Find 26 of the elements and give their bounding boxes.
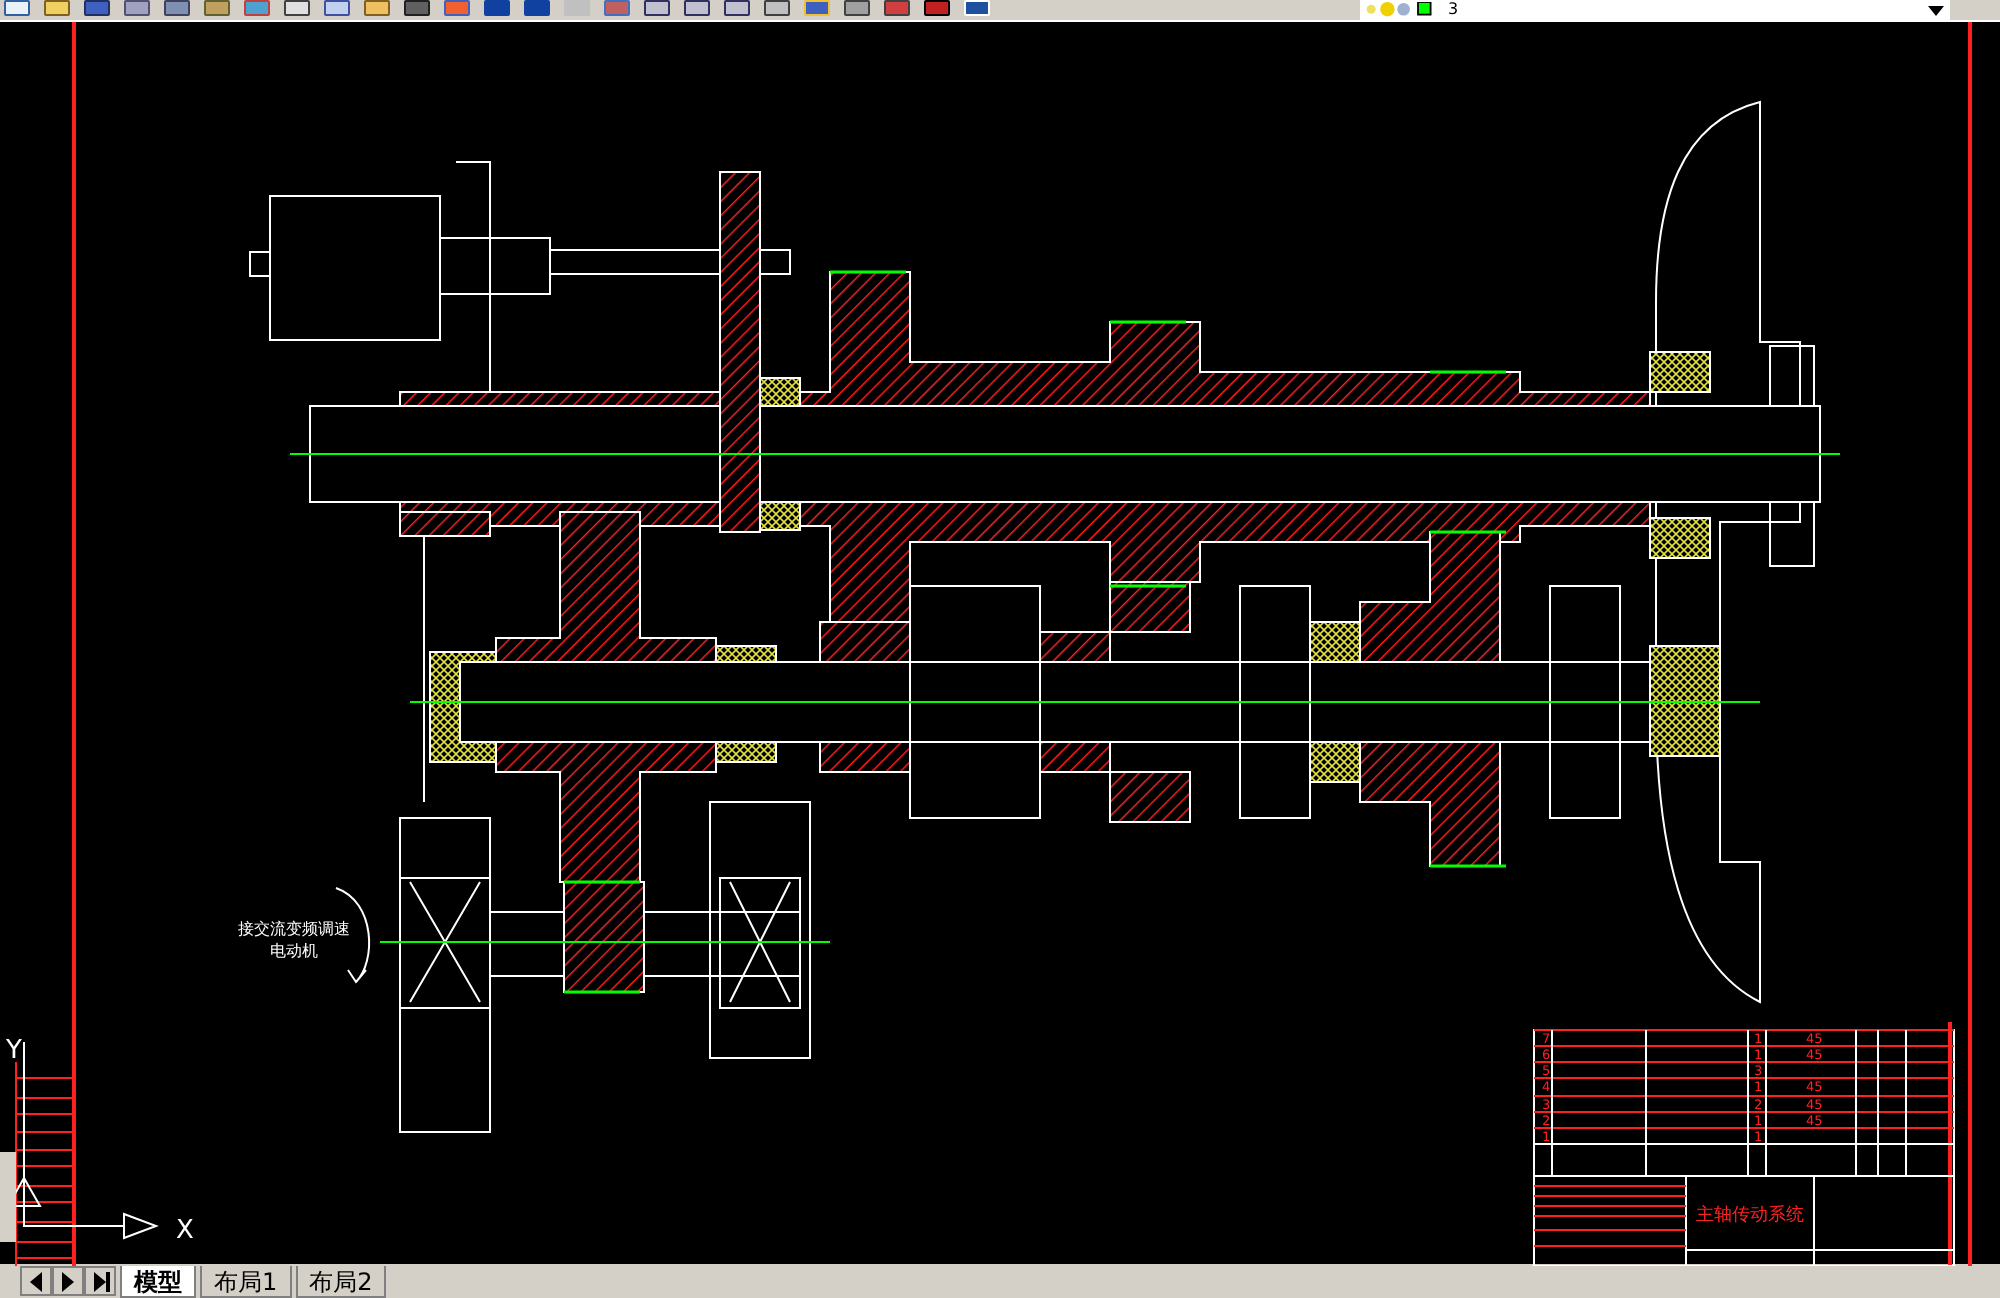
- toolbar-icon[interactable]: [724, 0, 750, 16]
- layout-tab[interactable]: 布局1: [200, 1265, 292, 1297]
- floating-toolbar: [0, 1152, 16, 1242]
- last-tab-button[interactable]: [84, 1266, 116, 1296]
- layout-tab[interactable]: 模型: [120, 1265, 196, 1297]
- axis-label: X: [176, 1216, 194, 1246]
- toolbar-icon[interactable]: [44, 0, 70, 16]
- next-tab-button[interactable]: [52, 1266, 84, 1296]
- motor-note: 接交流变频调速 电动机: [238, 920, 350, 960]
- layout-tab[interactable]: 布局2: [295, 1265, 387, 1297]
- toolbar-icon[interactable]: [284, 0, 310, 16]
- toolbar-icon[interactable]: [924, 0, 950, 16]
- toolbar-icon[interactable]: [324, 0, 350, 16]
- drawing-title: 主轴传动系统: [1696, 1206, 1804, 1226]
- toolbar-icon[interactable]: [4, 0, 30, 16]
- caret-icon: [1928, 5, 1944, 15]
- toolbar-icon[interactable]: [844, 0, 870, 16]
- first-tab-button[interactable]: [20, 1266, 52, 1296]
- curved-arrow: [335, 887, 371, 983]
- last-arrow-icon: [94, 1271, 106, 1291]
- toolbar-icon[interactable]: [364, 0, 390, 16]
- toolbar-icon[interactable]: [684, 0, 710, 16]
- toolbar-icon[interactable]: [644, 0, 670, 16]
- toolbar-icon[interactable]: [764, 0, 790, 16]
- layer-dropdown[interactable]: 3: [1360, 0, 1950, 20]
- axis-label: Y: [6, 1036, 22, 1066]
